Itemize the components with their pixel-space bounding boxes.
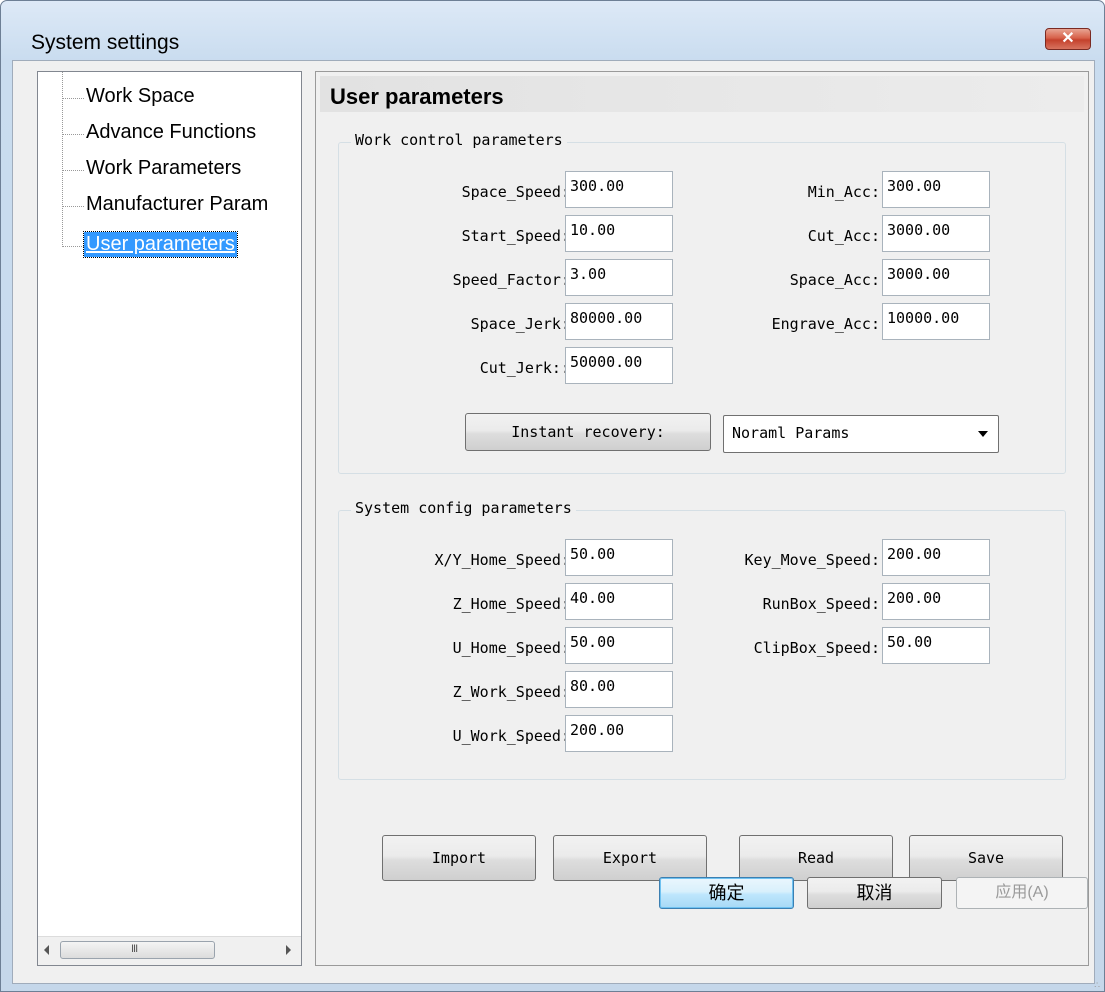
min-acc-input[interactable]: 300.00 <box>882 171 990 208</box>
tree-item-label: Work Space <box>86 85 195 107</box>
system-config-group-title: System config parameters <box>351 499 576 517</box>
scroll-thumb[interactable]: III <box>60 941 215 959</box>
scroll-right-icon[interactable] <box>286 945 291 955</box>
instant-recovery-button[interactable]: Instant recovery: <box>465 413 711 451</box>
cancel-button[interactable]: 取消 <box>807 877 942 909</box>
speed-factor-input[interactable]: 3.00 <box>565 259 673 296</box>
tree-item-label: Manufacturer Param <box>86 193 269 215</box>
scroll-grip: III <box>131 943 138 955</box>
tree-item-user-parameters[interactable]: User parameters <box>38 230 301 262</box>
panel-title: User parameters <box>330 84 504 109</box>
params-select-value: Noraml Params <box>732 424 850 442</box>
u-work-speed-label: U_Work_Speed: <box>452 727 570 745</box>
dropdown-caret-icon <box>978 431 988 437</box>
space-acc-input[interactable]: 3000.00 <box>882 259 990 296</box>
key-move-speed-label: Key_Move_Speed: <box>744 551 880 569</box>
tree-dots <box>62 246 84 247</box>
dialog-client-area: Work Space Advance Functions Work Parame… <box>12 60 1095 984</box>
tree-dots <box>62 98 84 99</box>
system-settings-window: System settings ✕ Work Space Advance Fun… <box>0 0 1105 992</box>
save-button[interactable]: Save <box>909 835 1063 881</box>
resize-grip-icon[interactable]: ∴ <box>1094 981 1100 990</box>
title-bar: System settings ✕ <box>1 1 1104 59</box>
tree-item-manufacturer-param[interactable]: Manufacturer Param <box>38 190 301 222</box>
export-button[interactable]: Export <box>553 835 707 881</box>
tree-item-advance-functions[interactable]: Advance Functions <box>38 118 301 150</box>
settings-tree[interactable]: Work Space Advance Functions Work Parame… <box>37 71 302 966</box>
clipbox-speed-label: ClipBox_Speed: <box>753 639 880 657</box>
tree-item-work-parameters[interactable]: Work Parameters <box>38 154 301 186</box>
scroll-left-icon[interactable] <box>44 945 49 955</box>
z-home-speed-input[interactable]: 40.00 <box>565 583 673 620</box>
tree-dots <box>62 206 84 207</box>
system-config-group: System config parameters X/Y_Home_Speed:… <box>338 499 1066 780</box>
close-button[interactable]: ✕ <box>1045 28 1091 50</box>
speed-factor-label: Speed_Factor: <box>452 271 570 289</box>
window-title: System settings <box>31 31 180 54</box>
xy-home-speed-label: X/Y_Home_Speed: <box>434 551 570 569</box>
z-work-speed-input[interactable]: 80.00 <box>565 671 673 708</box>
tree-dots <box>62 134 84 135</box>
cut-acc-input[interactable]: 3000.00 <box>882 215 990 252</box>
params-select[interactable]: Noraml Params <box>723 415 999 453</box>
tree-horizontal-scrollbar[interactable]: III <box>38 936 301 965</box>
close-icon: ✕ <box>1061 30 1075 47</box>
z-home-speed-label: Z_Home_Speed: <box>452 595 570 613</box>
u-home-speed-label: U_Home_Speed: <box>452 639 570 657</box>
tree-dots <box>62 170 84 171</box>
tree-item-label: User parameters <box>83 231 238 258</box>
u-work-speed-input[interactable]: 200.00 <box>565 715 673 752</box>
min-acc-label: Min_Acc: <box>807 183 880 201</box>
space-jerk-label: Space_Jerk: <box>470 315 570 333</box>
u-home-speed-input[interactable]: 50.00 <box>565 627 673 664</box>
cut-jerk-label: Cut_Jerk:: <box>479 359 570 377</box>
space-speed-label: Space_Speed: <box>461 183 570 201</box>
space-speed-input[interactable]: 300.00 <box>565 171 673 208</box>
cut-jerk-input[interactable]: 50000.00 <box>565 347 673 384</box>
cut-acc-label: Cut_Acc: <box>807 227 880 245</box>
xy-home-speed-input[interactable]: 50.00 <box>565 539 673 576</box>
clipbox-speed-input[interactable]: 50.00 <box>882 627 990 664</box>
runbox-speed-input[interactable]: 200.00 <box>882 583 990 620</box>
tree-item-work-space[interactable]: Work Space <box>38 82 301 114</box>
tree-item-label: Advance Functions <box>86 121 257 143</box>
key-move-speed-input[interactable]: 200.00 <box>882 539 990 576</box>
runbox-speed-label: RunBox_Speed: <box>762 595 880 613</box>
z-work-speed-label: Z_Work_Speed: <box>452 683 570 701</box>
work-control-group: Work control parameters Space_Speed: 300… <box>338 131 1066 474</box>
import-button[interactable]: Import <box>382 835 536 881</box>
user-parameters-panel: User parameters Work control parameters … <box>315 71 1089 966</box>
ok-button[interactable]: 确定 <box>659 877 794 909</box>
space-acc-label: Space_Acc: <box>789 271 880 289</box>
start-speed-label: Start_Speed: <box>461 227 570 245</box>
apply-button[interactable]: 应用(A) <box>956 877 1088 909</box>
space-jerk-input[interactable]: 80000.00 <box>565 303 673 340</box>
work-control-group-title: Work control parameters <box>351 131 567 149</box>
engrave-acc-input[interactable]: 10000.00 <box>882 303 990 340</box>
tree-item-label: Work Parameters <box>86 157 242 179</box>
read-button[interactable]: Read <box>739 835 893 881</box>
panel-header: User parameters <box>320 76 1084 112</box>
start-speed-input[interactable]: 10.00 <box>565 215 673 252</box>
engrave-acc-label: Engrave_Acc: <box>771 315 880 333</box>
